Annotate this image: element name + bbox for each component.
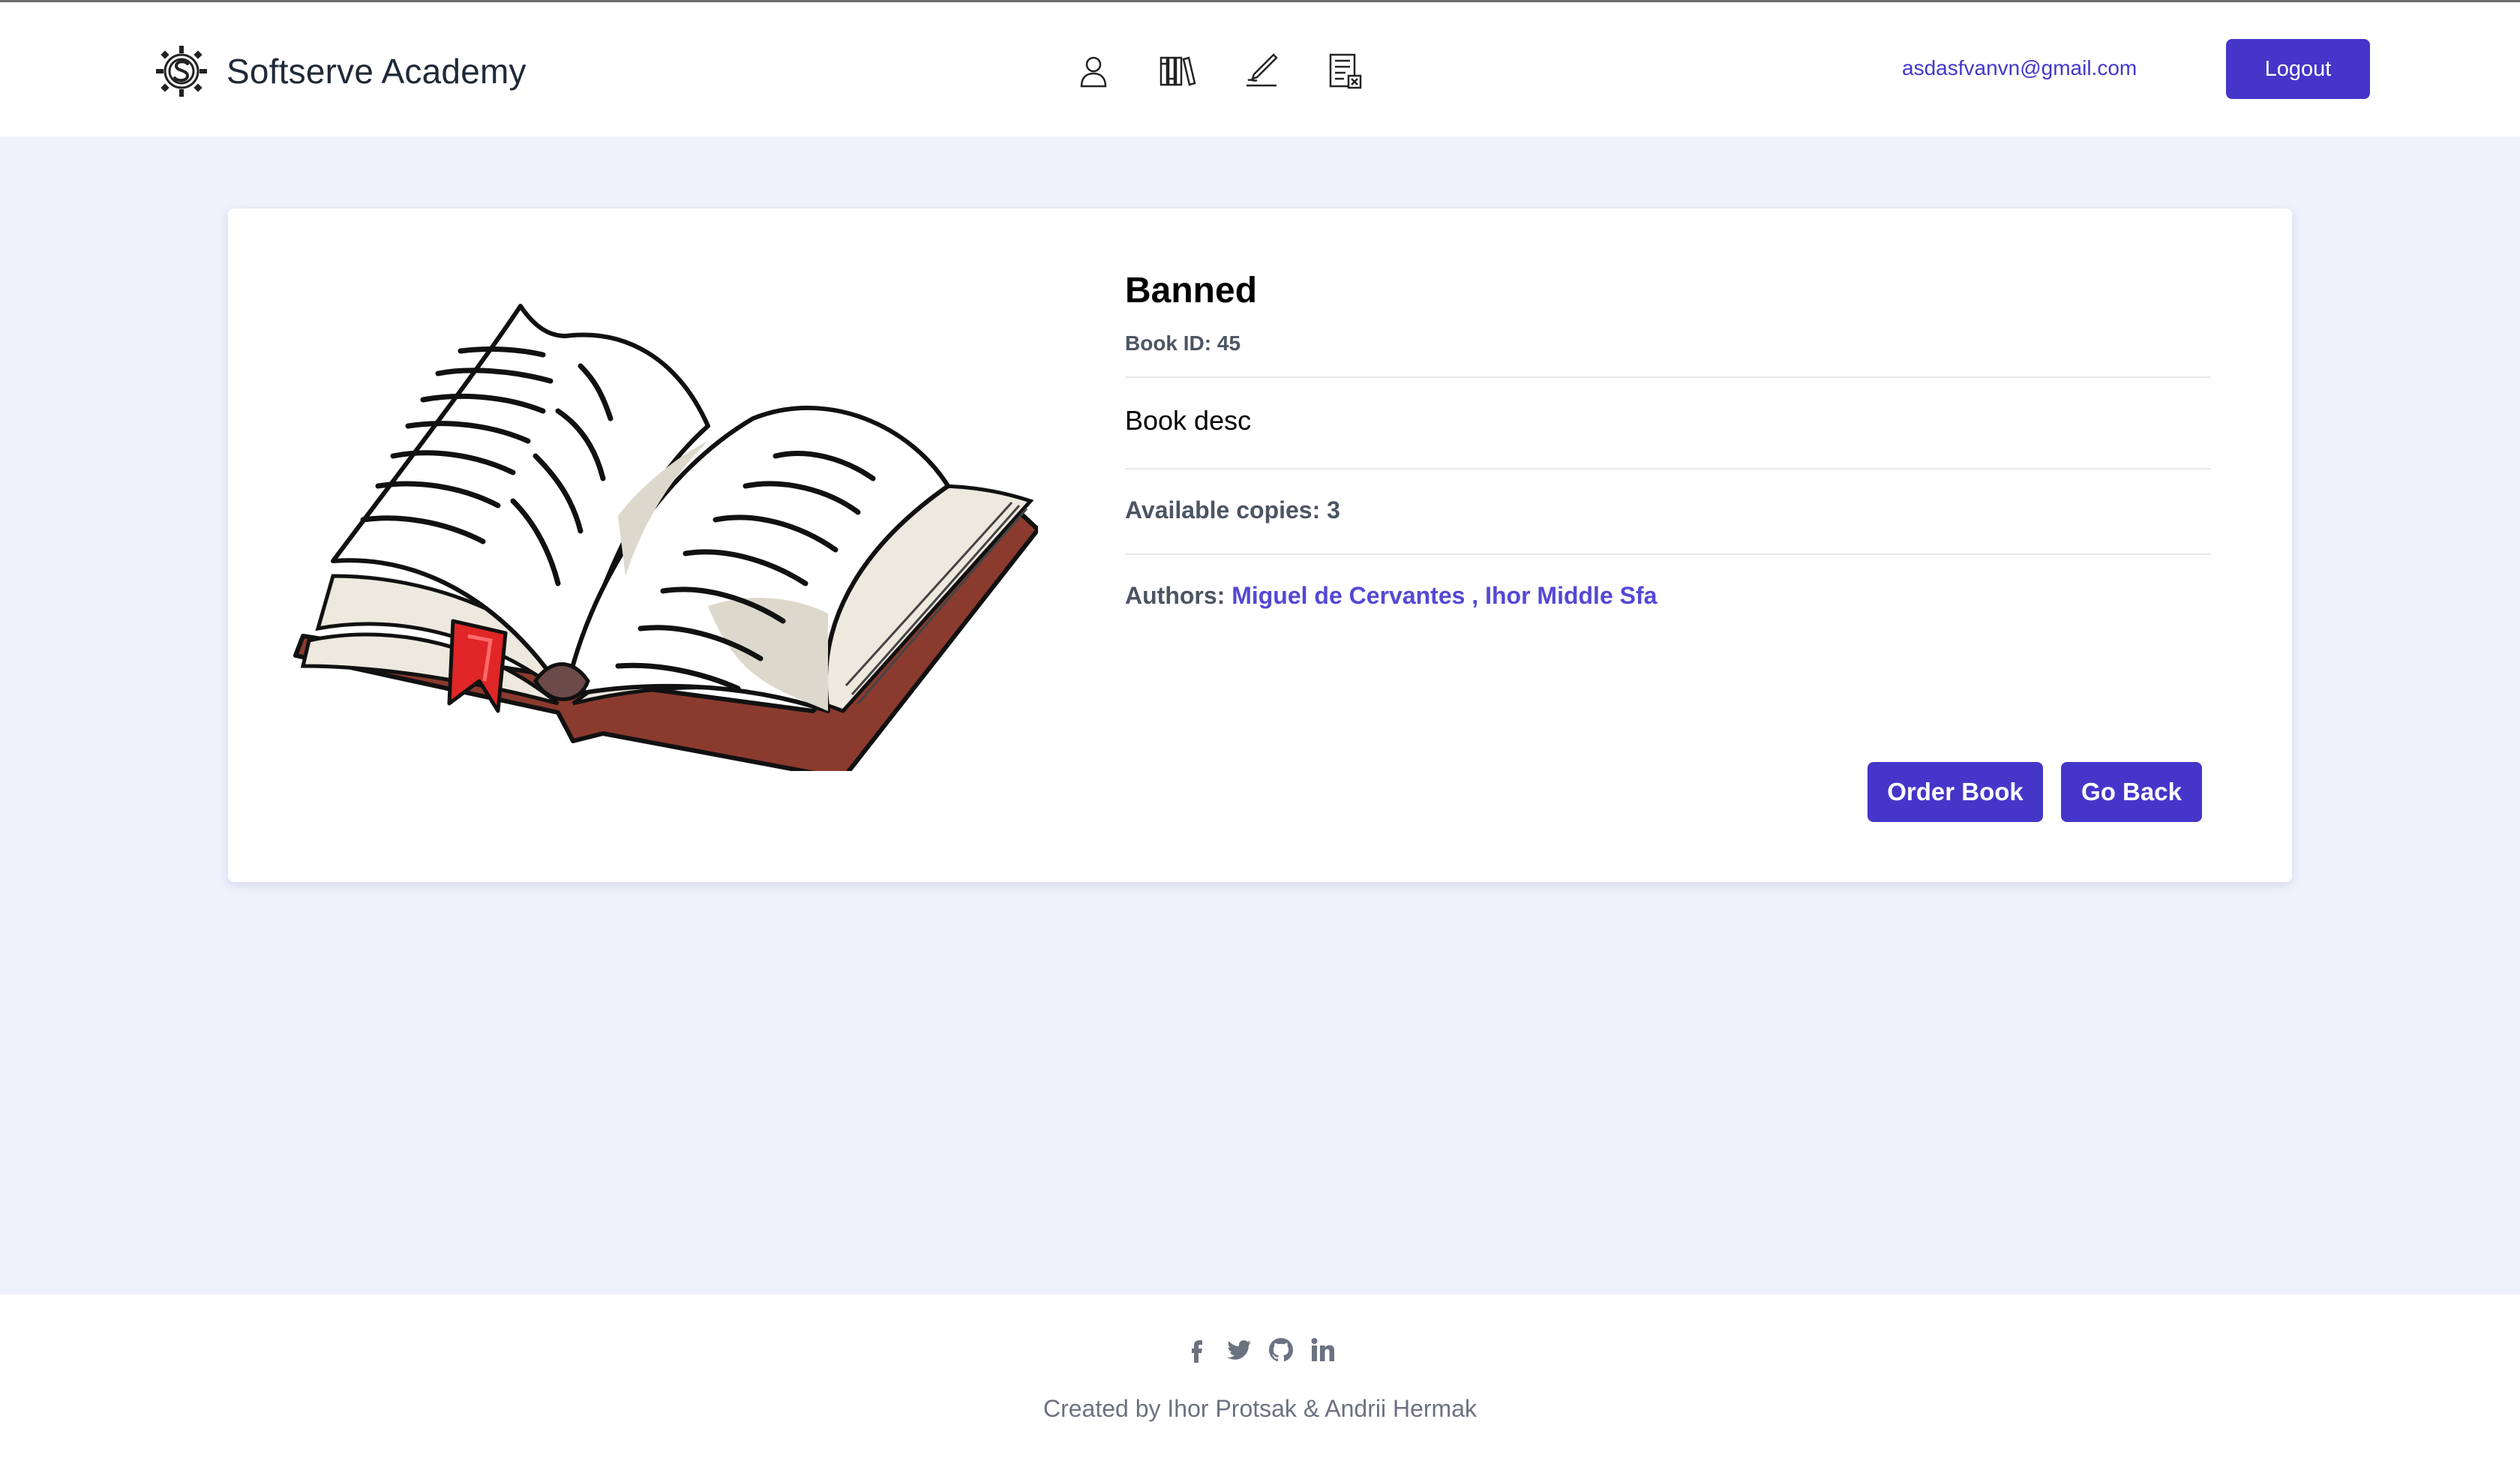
author-link-ihor-middle-sfa[interactable]: Ihor Middle Sfa <box>1485 582 1657 609</box>
footer-credits: Created by Ihor Protsak & Andrii Hermak <box>1042 1395 1477 1422</box>
github-link[interactable] <box>1266 1335 1296 1365</box>
order-book-button[interactable]: Order Book <box>1868 762 2043 822</box>
order-list-icon <box>1329 53 1362 89</box>
social-links <box>0 1335 2520 1365</box>
authors-label: Authors: <box>1125 582 1226 609</box>
open-book-illustration <box>293 304 1038 771</box>
available-copies-value: 3 <box>1327 496 1340 524</box>
divider <box>1125 554 2211 555</box>
pen-icon <box>1246 53 1278 87</box>
divider <box>1125 468 2211 470</box>
divider <box>1125 376 2211 378</box>
book-description: Book desc <box>1125 405 1252 436</box>
author-link-miguel-de-cervantes[interactable]: Miguel de Cervantes , <box>1232 582 1478 609</box>
book-id: Book ID: 45 <box>1125 332 1241 355</box>
github-icon <box>1269 1338 1293 1362</box>
twitter-icon <box>1227 1340 1251 1360</box>
linkedin-icon <box>1311 1338 1334 1361</box>
user-email-link[interactable]: asdasfvanvn@gmail.com <box>1902 56 2137 80</box>
linkedin-link[interactable] <box>1308 1335 1338 1365</box>
user-icon <box>1080 56 1107 88</box>
nav-books-button[interactable] <box>1155 49 1200 94</box>
go-back-button[interactable]: Go Back <box>2061 762 2202 822</box>
book-authors: Authors: Miguel de Cervantes , Ihor Midd… <box>1125 582 1657 610</box>
book-details-card: Banned Book ID: 45 Book desc Available c… <box>228 208 2292 882</box>
available-copies: Available copies: 3 <box>1125 496 1340 524</box>
softserve-logo-icon <box>156 46 207 97</box>
top-navbar: Softserve Academy asdasfvanvn@gmail.com … <box>0 2 2520 136</box>
logout-button[interactable]: Logout <box>2226 39 2370 99</box>
book-title: Banned <box>1125 271 1258 310</box>
facebook-icon <box>1192 1340 1202 1363</box>
nav-authors-button[interactable] <box>1239 49 1284 94</box>
nav-orders-button[interactable] <box>1323 49 1368 94</box>
twitter-link[interactable] <box>1224 1335 1254 1365</box>
main-nav <box>1071 49 1368 94</box>
facebook-link[interactable] <box>1182 1335 1212 1365</box>
footer: Created by Ihor Protsak & Andrii Hermak <box>0 1294 2520 1458</box>
library-icon <box>1160 56 1196 86</box>
available-copies-label: Available copies: <box>1125 496 1321 524</box>
brand[interactable]: Softserve Academy <box>154 43 526 100</box>
brand-name: Softserve Academy <box>226 52 526 91</box>
nav-profile-button[interactable] <box>1071 49 1116 94</box>
